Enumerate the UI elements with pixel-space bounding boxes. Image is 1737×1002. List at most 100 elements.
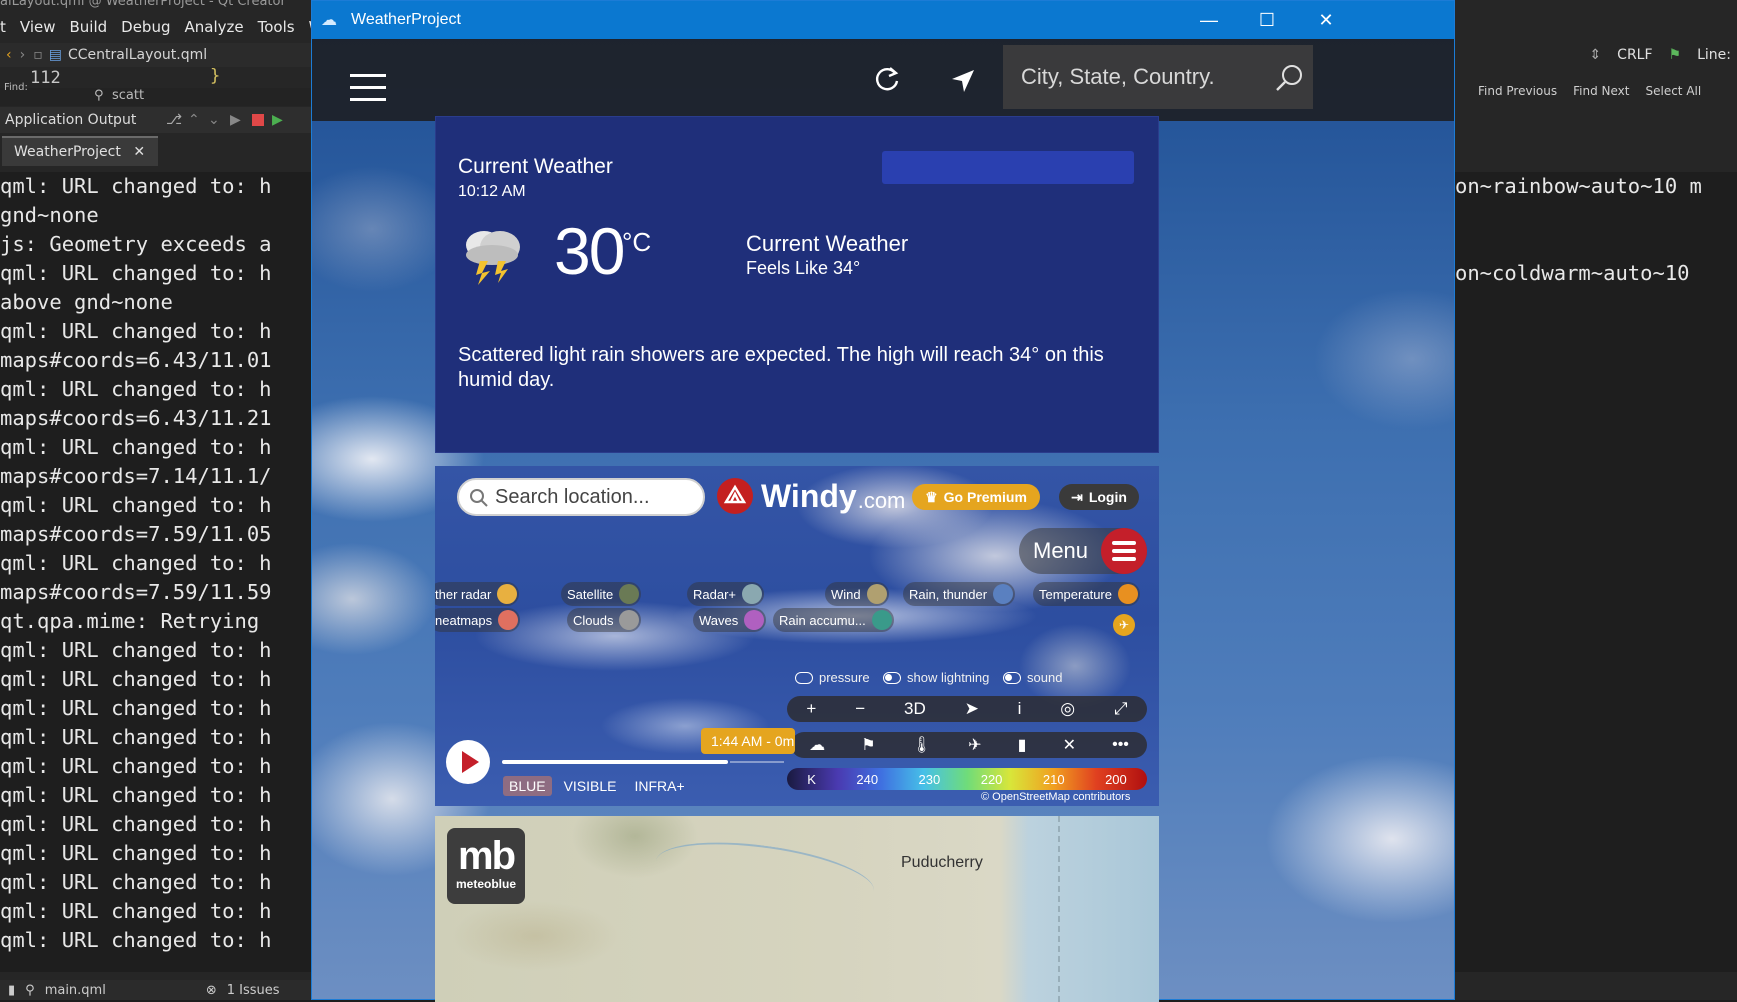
close-icon[interactable]: ✕ bbox=[133, 144, 145, 160]
menu-button[interactable]: Menu bbox=[1019, 528, 1147, 574]
meteoblue-logo[interactable]: mb meteoblue bbox=[447, 828, 525, 904]
layer-weather-radar[interactable]: ther radar bbox=[435, 582, 520, 606]
layer-satellite[interactable]: Satellite bbox=[561, 582, 642, 606]
back-arrow-icon[interactable]: ‹ bbox=[6, 47, 12, 63]
output-line: qml: URL changed to: h bbox=[0, 261, 272, 285]
attach-icon[interactable]: ⎇ bbox=[166, 107, 182, 133]
zoom-in-button[interactable]: + bbox=[806, 699, 816, 719]
qt-menu-item[interactable]: View bbox=[20, 18, 56, 42]
layer-wind[interactable]: Wind bbox=[825, 582, 889, 606]
layer-waves[interactable]: Waves bbox=[693, 608, 767, 632]
info-button[interactable]: i bbox=[1018, 699, 1022, 719]
stop-icon[interactable] bbox=[252, 114, 264, 126]
windy-map[interactable]: Search location... Windy .com ♛ Go Premi… bbox=[435, 466, 1159, 806]
airplane-icon-button[interactable]: ✈ bbox=[968, 735, 981, 755]
layer-satellite-icon bbox=[619, 584, 640, 604]
close-button[interactable]: ✕ bbox=[1297, 1, 1355, 39]
more-icon-button[interactable]: ••• bbox=[1112, 736, 1129, 754]
windy-search-input[interactable]: Search location... bbox=[457, 478, 705, 516]
refresh-icon[interactable] bbox=[873, 65, 901, 93]
maximize-button[interactable]: ☐ bbox=[1238, 1, 1296, 39]
go-premium-button[interactable]: ♛ Go Premium bbox=[912, 484, 1040, 510]
hurricane-button[interactable]: ◎ bbox=[1060, 699, 1075, 719]
output-line: maps#coords=7.14/11.1/ bbox=[0, 464, 272, 488]
thermometer-icon-button[interactable]: 🌡 bbox=[912, 735, 932, 755]
editor-right-toolbar: ⇕ CRLF ⚑ Line: bbox=[1455, 43, 1737, 67]
band-infra[interactable]: INFRA+ bbox=[629, 776, 691, 796]
layer-temperature[interactable]: Temperature bbox=[1033, 582, 1140, 606]
layer-radar-plus-icon bbox=[742, 584, 762, 604]
pressure-toggle[interactable]: pressure bbox=[795, 670, 870, 685]
lightning-toggle[interactable]: show lightning bbox=[883, 670, 989, 685]
clear-icon[interactable]: ⊗ bbox=[206, 983, 217, 998]
toggle-switch bbox=[795, 671, 813, 684]
find-action-button[interactable]: Find Next bbox=[1573, 86, 1629, 104]
chevron-down-icon[interactable]: ⌄ bbox=[208, 107, 220, 133]
band-visible[interactable]: VISIBLE bbox=[558, 776, 623, 796]
editor-file-name[interactable]: CCentralLayout.qml bbox=[68, 47, 207, 63]
output-line: qml: URL changed to: h bbox=[0, 667, 272, 691]
run-icon[interactable]: ▶ bbox=[230, 107, 241, 133]
flag-icon-button[interactable]: ⚑ bbox=[861, 735, 875, 755]
map-attribution[interactable]: © OpenStreetMap contributors bbox=[981, 791, 1130, 803]
login-button[interactable]: ⇥ Login bbox=[1059, 484, 1139, 510]
run-green-icon[interactable]: ▶ bbox=[272, 107, 283, 133]
meteoblue-map[interactable]: mb meteoblue Puducherry bbox=[435, 816, 1159, 1002]
pane-title: Application Output bbox=[5, 112, 137, 128]
windy-logo[interactable]: Windy .com bbox=[717, 476, 905, 516]
layer-rain-accumulation[interactable]: Rain accumu... bbox=[773, 608, 894, 632]
camera-icon-button[interactable]: ▮ bbox=[1018, 735, 1027, 755]
line-indicator: Line: bbox=[1697, 47, 1731, 63]
layer-heatmaps[interactable]: neatmaps bbox=[435, 608, 521, 632]
band-blue[interactable]: BLUE bbox=[503, 776, 552, 796]
hamburger-menu-icon[interactable] bbox=[350, 74, 386, 101]
qt-status-bar: ▮ ⚲ main.qml ⊗ 1 Issues bbox=[0, 980, 320, 1000]
meteoblue-logo-mark: mb bbox=[458, 834, 516, 878]
layer-weather-radar-icon bbox=[497, 584, 518, 604]
weather-icon-button[interactable]: ☁ bbox=[809, 735, 825, 755]
output-line: qml: URL changed to: h bbox=[0, 551, 272, 575]
qt-menu-item[interactable]: Analyze bbox=[185, 18, 244, 42]
zoom-out-button[interactable]: − bbox=[855, 699, 865, 719]
location-arrow-icon[interactable] bbox=[949, 67, 977, 95]
application-output: qml: URL changed to: h gnd~none js: Geomet… bbox=[0, 172, 320, 972]
legend-unit: K bbox=[807, 771, 816, 787]
search-icon[interactable] bbox=[1275, 63, 1305, 93]
timeline-progress[interactable] bbox=[502, 760, 728, 764]
layer-clouds[interactable]: Clouds bbox=[567, 608, 642, 632]
sound-toggle[interactable]: sound bbox=[1003, 670, 1062, 685]
search-icon bbox=[470, 489, 488, 507]
layer-label: Rain, thunder bbox=[909, 586, 988, 602]
output-line: qml: URL changed to: h bbox=[0, 174, 272, 198]
output-tab[interactable]: WeatherProject ✕ bbox=[2, 136, 158, 166]
qt-menu-item[interactable]: Build bbox=[70, 18, 108, 42]
chevron-up-icon[interactable]: ⌃ bbox=[188, 107, 200, 133]
qt-menu-item[interactable]: Debug bbox=[121, 18, 170, 42]
locate-button[interactable]: ➤ bbox=[965, 699, 979, 719]
find-action-button[interactable]: Select All bbox=[1645, 86, 1701, 104]
3d-button[interactable]: 3D bbox=[904, 699, 926, 719]
airplane-icon[interactable]: ✈ bbox=[1113, 614, 1135, 636]
qt-menu-item[interactable]: Tools bbox=[258, 18, 295, 42]
qt-menu-item[interactable]: t bbox=[0, 18, 6, 42]
weather-time: 10:12 AM bbox=[458, 183, 526, 200]
timeline-track[interactable] bbox=[730, 761, 784, 763]
output-tab-label: WeatherProject bbox=[14, 144, 121, 160]
issues-tab[interactable]: 1 Issues bbox=[227, 983, 280, 998]
close-icon-button[interactable]: ✕ bbox=[1063, 735, 1076, 755]
eol-indicator[interactable]: CRLF bbox=[1617, 47, 1652, 63]
layer-radar-plus[interactable]: Radar+ bbox=[687, 582, 764, 606]
sidebar-toggle-icon[interactable]: ▮ bbox=[8, 983, 15, 998]
city-search-input[interactable]: City, State, Country. bbox=[1003, 45, 1313, 109]
forward-arrow-icon[interactable]: › bbox=[20, 47, 26, 63]
up-down-icon[interactable]: ⇕ bbox=[1589, 47, 1601, 63]
fullscreen-button[interactable]: ⤢ bbox=[1114, 699, 1128, 719]
find-action-button[interactable]: Find Previous bbox=[1478, 86, 1557, 104]
minimize-button[interactable]: — bbox=[1180, 1, 1238, 39]
play-button[interactable] bbox=[446, 740, 490, 784]
locator-input[interactable]: main.qml bbox=[45, 983, 106, 998]
layer-rain-thunder[interactable]: Rain, thunder bbox=[903, 582, 1016, 606]
find-input[interactable]: scatt bbox=[112, 88, 144, 103]
feels-like: Feels Like 34° bbox=[746, 258, 861, 278]
output-line: qml: URL changed to: h bbox=[0, 841, 272, 865]
